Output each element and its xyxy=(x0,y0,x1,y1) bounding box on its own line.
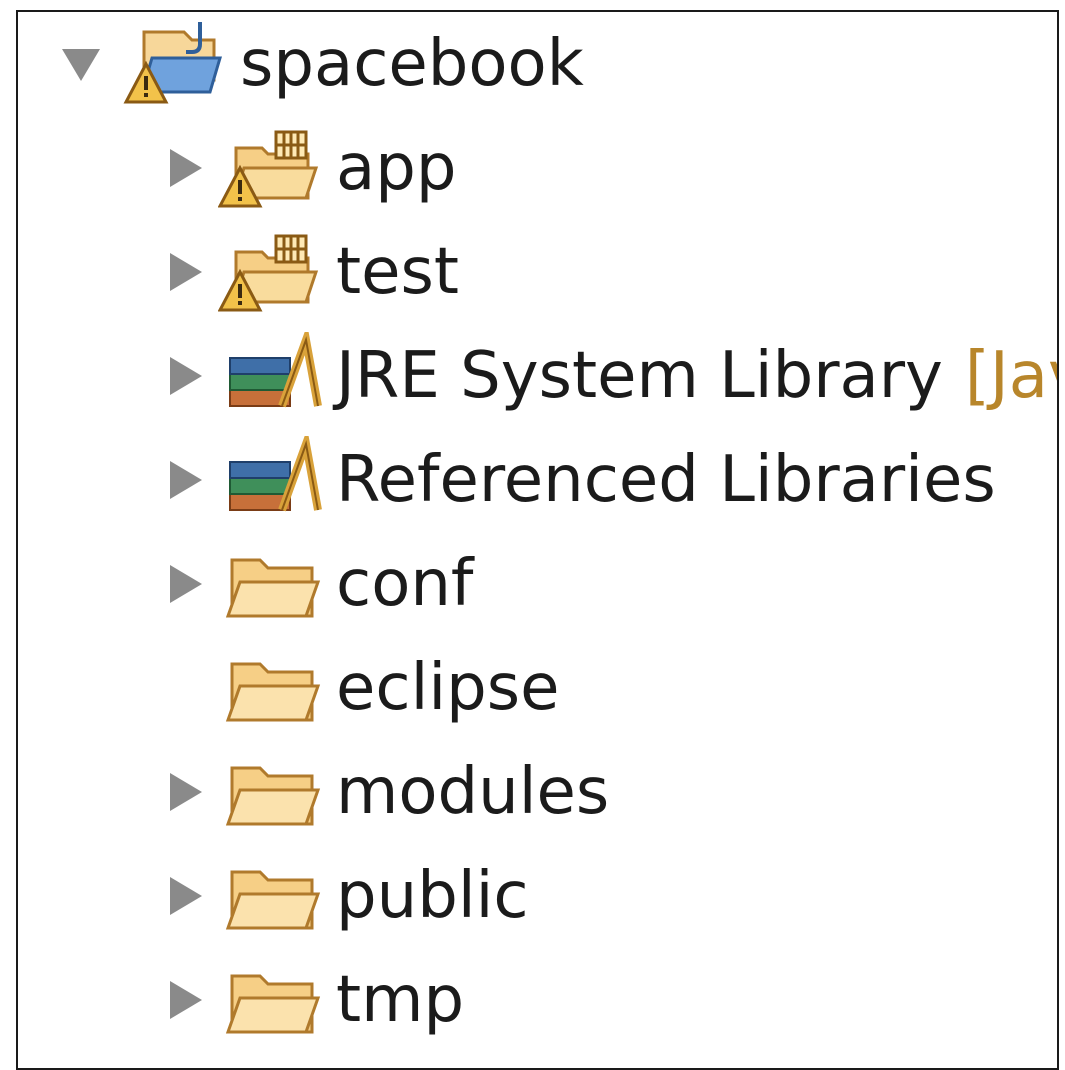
tree-item-label: JRE System Library [Jav xyxy=(336,336,1057,416)
source-folder-warning-icon xyxy=(217,124,323,212)
tree-item-label: tmp xyxy=(336,963,465,1037)
chevron-right-icon[interactable] xyxy=(164,563,206,605)
tree-item-label: eclipse xyxy=(336,651,560,725)
tree-item-label: modules xyxy=(336,755,610,829)
tree-item-name: JRE System Library xyxy=(336,339,943,413)
tree-item-conf[interactable]: conf xyxy=(18,532,1057,636)
folder-icon xyxy=(218,852,323,940)
tree-item-modules[interactable]: modules xyxy=(18,740,1057,844)
tree-item-label: Referenced Libraries xyxy=(336,443,996,517)
folder-icon xyxy=(218,956,323,1044)
tree-item-app[interactable]: app xyxy=(18,116,1057,220)
tree-item-label: public xyxy=(336,859,529,933)
tree-item-test[interactable]: test xyxy=(18,220,1057,324)
package-explorer-tree: spacebook app test JRE System Library [J… xyxy=(16,10,1059,1070)
java-project-warning-icon xyxy=(122,20,227,108)
tree-item-tmp[interactable]: tmp xyxy=(18,948,1057,1052)
tree-item-decoration: [Jav xyxy=(964,339,1057,413)
tree-item-label: spacebook xyxy=(240,27,584,101)
tree-item-referenced-libraries[interactable]: Referenced Libraries xyxy=(18,428,1057,532)
tree-item-label: conf xyxy=(336,547,474,621)
chevron-down-icon[interactable] xyxy=(60,43,102,85)
chevron-right-icon[interactable] xyxy=(164,459,206,501)
tree-item-public[interactable]: public xyxy=(18,844,1057,948)
folder-icon xyxy=(218,644,323,732)
chevron-right-icon[interactable] xyxy=(164,251,206,293)
tree-item-eclipse[interactable]: eclipse xyxy=(18,636,1057,740)
library-icon xyxy=(218,324,323,420)
library-icon xyxy=(218,428,323,524)
folder-icon xyxy=(218,540,323,628)
source-folder-warning-icon xyxy=(217,228,323,316)
chevron-right-icon[interactable] xyxy=(164,771,206,813)
tree-item-label: test xyxy=(336,235,459,309)
folder-icon xyxy=(218,748,323,836)
chevron-right-icon[interactable] xyxy=(164,147,206,189)
tree-item-jre-system-library[interactable]: JRE System Library [Jav xyxy=(18,324,1057,428)
tree-item-label: app xyxy=(336,131,457,205)
chevron-right-icon[interactable] xyxy=(164,355,206,397)
tree-item-spacebook[interactable]: spacebook xyxy=(18,12,1057,116)
chevron-right-icon[interactable] xyxy=(164,875,206,917)
